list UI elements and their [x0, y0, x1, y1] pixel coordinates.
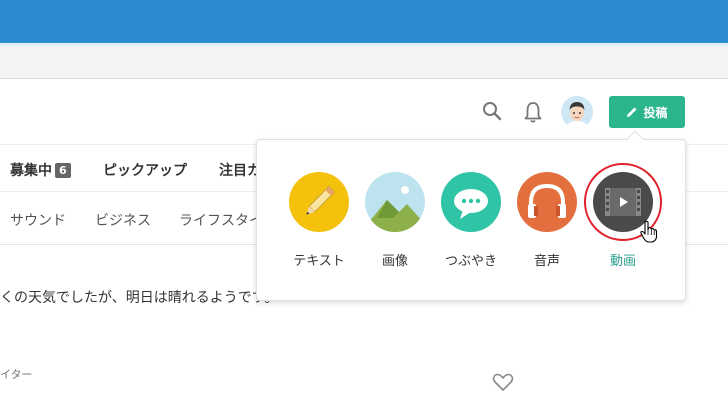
heart-icon[interactable]	[492, 372, 514, 392]
post-button[interactable]: 投稿	[609, 96, 685, 128]
post-type-image[interactable]: 画像	[365, 172, 425, 272]
toolbar-strip	[0, 46, 728, 79]
creator-label: イター	[0, 368, 33, 381]
bell-icon[interactable]	[522, 100, 544, 124]
tab-recruiting-label: 募集中	[10, 163, 52, 179]
tab-featured[interactable]: 注目カ	[219, 160, 261, 180]
category-lifestyle[interactable]: ライフスタイ	[179, 210, 263, 230]
tab-recruiting[interactable]: 募集中 6	[10, 160, 71, 180]
browser-top-bar	[0, 0, 728, 43]
tab-pickup[interactable]: ピックアップ	[103, 160, 187, 180]
image-icon	[365, 172, 425, 232]
post-body-text: くの天気でしたが、明日は晴れるようです。	[0, 290, 279, 306]
post-type-audio[interactable]: 音声	[517, 172, 577, 272]
hand-cursor-icon	[640, 220, 658, 243]
speech-bubble-icon	[441, 172, 501, 232]
category-sound[interactable]: サウンド	[10, 210, 66, 230]
headphones-icon	[517, 172, 577, 232]
avatar[interactable]	[561, 96, 593, 128]
pencil-icon	[289, 172, 349, 232]
post-type-murmur[interactable]: つぶやき	[441, 172, 501, 272]
pencil-icon	[627, 107, 637, 117]
category-business[interactable]: ビジネス	[95, 210, 151, 230]
tab-pickup-label: ピックアップ	[103, 163, 187, 179]
post-button-label: 投稿	[643, 105, 668, 120]
avatar-face-icon	[561, 96, 593, 128]
search-icon[interactable]	[481, 100, 503, 122]
tab-featured-label: 注目カ	[219, 163, 261, 179]
post-type-video-label: 動画	[609, 254, 636, 269]
post-type-text[interactable]: テキスト	[289, 172, 349, 272]
recruiting-count-badge: 6	[55, 163, 71, 178]
